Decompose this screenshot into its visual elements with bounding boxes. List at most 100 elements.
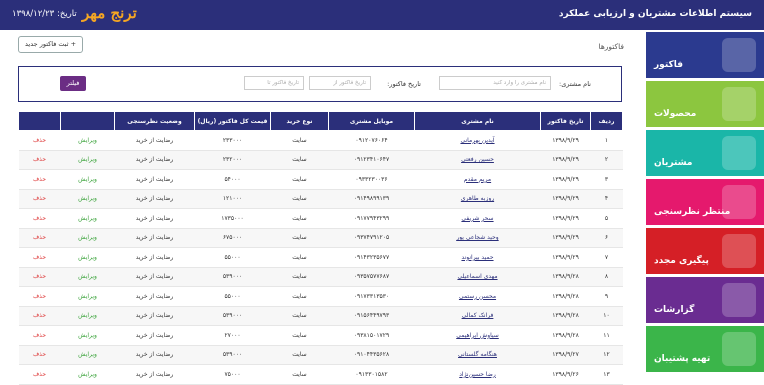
brand-logo[interactable]: ترنج مهر: [82, 4, 137, 22]
sidebar-item[interactable]: منتظر نظرسنجی: [646, 179, 764, 225]
sidebar-item[interactable]: مشتریان: [646, 130, 764, 176]
table-cell: ۱۳۹۸/۹/۲۹: [540, 247, 591, 268]
table-cell: ۵۴۰۰۰: [194, 169, 271, 190]
delete-link[interactable]: حذف: [18, 228, 61, 248]
table-cell: ۰۹۳۳۲۳۰۰۳۶: [328, 169, 415, 190]
customer-link[interactable]: حمید بیرانوند: [414, 247, 541, 268]
customer-link[interactable]: روزبه طاهری: [414, 189, 541, 209]
table-cell: ۲۳۳۰۰۰: [194, 130, 271, 151]
edit-link[interactable]: ویرایش: [60, 364, 115, 385]
page-title: فاکتورها: [598, 42, 624, 51]
edit-link[interactable]: ویرایش: [60, 130, 115, 151]
delete-link[interactable]: حذف: [18, 364, 61, 385]
table-row: ۹ ۱۳۹۸/۹/۲۸ محسن رستمی ۰۹۱۷۳۳۱۳۵۳۰ سایت ۵۵۰۰۰…: [18, 286, 623, 307]
edit-link[interactable]: ویرایش: [60, 286, 115, 307]
delete-link[interactable]: حذف: [18, 306, 61, 326]
table-cell: سایت: [270, 364, 329, 385]
customer-link[interactable]: مهدی اسماعیلی: [414, 267, 541, 287]
date-to-input[interactable]: تاریخ فاکتور تا: [244, 76, 304, 90]
table-cell: سایت: [270, 189, 329, 209]
new-invoice-button[interactable]: + ثبت فاکتور جدید: [18, 36, 84, 53]
table-cell: رضایت از خرید: [114, 208, 195, 229]
table-cell: سایت: [270, 267, 329, 287]
customer-link[interactable]: محسن رستمی: [414, 286, 541, 307]
delete-link[interactable]: حذف: [18, 150, 61, 170]
table-cell: ۱۰: [590, 306, 623, 326]
current-date: تاریخ: ۱۳۹۸/۱۲/۲۳: [12, 9, 77, 19]
edit-link[interactable]: ویرایش: [60, 247, 115, 268]
delete-link[interactable]: حذف: [18, 169, 61, 190]
edit-link[interactable]: ویرایش: [60, 189, 115, 209]
table-cell: ۰۹۳۵۷۵۷۷۶۸۷: [328, 267, 415, 287]
table-cell: ۶: [590, 228, 623, 248]
filter-button[interactable]: فیلتر: [60, 76, 86, 91]
column-header: وضعیت نظرسنجی: [114, 111, 195, 131]
table-cell: سایت: [270, 325, 329, 346]
edit-link[interactable]: ویرایش: [60, 169, 115, 190]
customer-name-input[interactable]: نام مشتری را وارد کنید: [439, 76, 551, 90]
table-cell: ۸: [590, 267, 623, 287]
customer-link[interactable]: سیاوش ابراهیمی: [414, 325, 541, 346]
sidebar-item-label: فاکتور: [654, 60, 684, 70]
table-row: ۳ ۱۳۹۸/۹/۲۹ مریم مقدم ۰۹۳۳۲۳۰۰۳۶ سایت ۵۴۰۰۰ رض…: [18, 169, 623, 190]
edit-link[interactable]: ویرایش: [60, 306, 115, 326]
edit-link[interactable]: ویرایش: [60, 267, 115, 287]
table-cell: ۶۷۵۰۰۰: [194, 228, 271, 248]
table-row: ۷ ۱۳۹۸/۹/۲۹ حمید بیرانوند ۰۹۱۴۳۲۳۵۶۷۷ سایت ۵۵…: [18, 247, 623, 268]
sidebar-item[interactable]: تهیه پشتیبان: [646, 326, 764, 372]
table-row: ۴ ۱۳۹۸/۹/۲۹ روزبه طاهری ۰۹۱۴۹۸۹۹۱۳۹ سایت ۱۲۱۰…: [18, 189, 623, 209]
table-cell: سایت: [270, 150, 329, 170]
customer-link[interactable]: فرانک کمالی: [414, 306, 541, 326]
delete-link[interactable]: حذف: [18, 325, 61, 346]
table-cell: ۰۹۱۳۳۰۱۵۸۲: [328, 364, 415, 385]
table-row: ۱ ۱۳۹۸/۹/۲۹ آیدین بهرمانی ۰۹۱۲۰۷۶۰۶۴ سایت ۲۳۳…: [18, 130, 623, 151]
table-cell: ۱۳۹۸/۹/۲۸: [540, 306, 591, 326]
edit-link[interactable]: ویرایش: [60, 208, 115, 229]
table-cell: ۱۳۹۸/۹/۲۹: [540, 208, 591, 229]
edit-link[interactable]: ویرایش: [60, 150, 115, 170]
customer-link[interactable]: مریم مقدم: [414, 169, 541, 190]
table-cell: ۱۳۹۸/۹/۲۸: [540, 325, 591, 346]
delete-link[interactable]: حذف: [18, 286, 61, 307]
sidebar-item[interactable]: فاکتور: [646, 32, 764, 78]
table-cell: ۱۳: [590, 364, 623, 385]
table-cell: رضایت از خرید: [114, 286, 195, 307]
date-from-input[interactable]: تاریخ فاکتور از: [309, 76, 371, 90]
delete-link[interactable]: حذف: [18, 208, 61, 229]
sidebar-item-label: مشتریان: [654, 158, 693, 168]
sidebar-item-label: تهیه پشتیبان: [654, 354, 711, 364]
delete-link[interactable]: حذف: [18, 130, 61, 151]
edit-link[interactable]: ویرایش: [60, 325, 115, 346]
table-cell: سایت: [270, 228, 329, 248]
customer-link[interactable]: سحر شریفی: [414, 208, 541, 229]
table-cell: ۱: [590, 130, 623, 151]
edit-link[interactable]: ویرایش: [60, 228, 115, 248]
sidebar-item[interactable]: پیگیری مجدد: [646, 228, 764, 274]
table-cell: ۱۳۹۸/۹/۲۶: [540, 364, 591, 385]
column-header: قیمت کل فاکتور (ریال): [194, 111, 271, 131]
sidebar-item-icon: [722, 332, 756, 366]
customer-link[interactable]: رضا حسین‌نژاد: [414, 364, 541, 385]
customer-link[interactable]: حسین رفعتی: [414, 150, 541, 170]
delete-link[interactable]: حذف: [18, 247, 61, 268]
sidebar-item-label: محصولات: [654, 109, 697, 119]
top-bar: سیستم اطلاعات مشتریان و ارزیابی عملکرد ت…: [0, 0, 764, 30]
table-cell: سایت: [270, 247, 329, 268]
table-cell: رضایت از خرید: [114, 130, 195, 151]
delete-link[interactable]: حذف: [18, 267, 61, 287]
table-cell: ۲۳۲۰۰۰: [194, 150, 271, 170]
table-cell: ۹: [590, 286, 623, 307]
table-cell: سایت: [270, 306, 329, 326]
sidebar-item[interactable]: محصولات: [646, 81, 764, 127]
customer-link[interactable]: آیدین بهرمانی: [414, 130, 541, 151]
table-cell: ۲: [590, 150, 623, 170]
customer-name-label: نام مشتری:: [559, 80, 591, 88]
invoice-date-label: تاریخ فاکتور:: [387, 80, 421, 88]
sidebar-item[interactable]: گزارشات: [646, 277, 764, 323]
delete-link[interactable]: حذف: [18, 189, 61, 209]
table-cell: ۱۳۹۸/۹/۲۸: [540, 286, 591, 307]
table-cell: ۰۹۱۲۳۴۱۰۶۴۷: [328, 150, 415, 170]
column-header: [18, 111, 61, 131]
column-header: ردیف: [590, 111, 623, 131]
customer-link[interactable]: وحید شجاعی پور: [414, 228, 541, 248]
